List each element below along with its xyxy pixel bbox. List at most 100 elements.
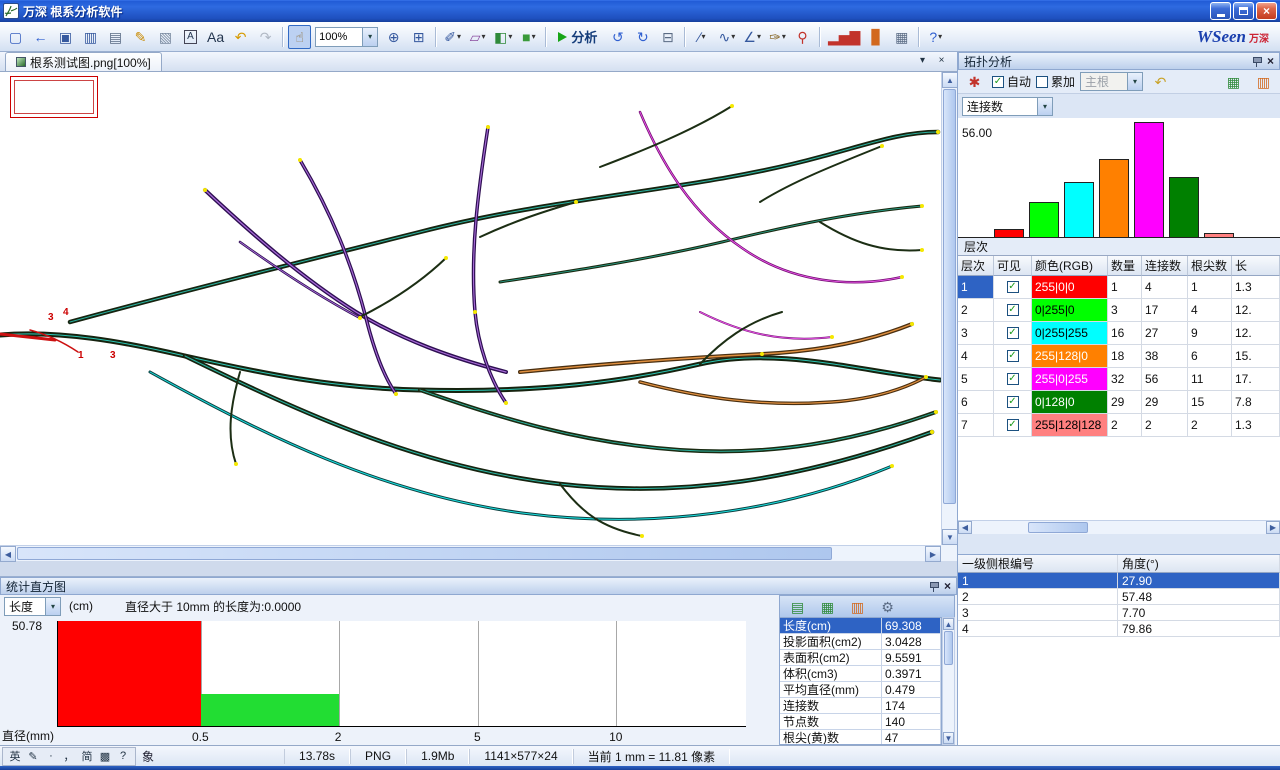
stats-row[interactable]: 体积(cm3)0.3971 <box>780 666 941 682</box>
histogram-icon[interactable]: ▂▅▇ <box>825 25 863 49</box>
angle-tool-icon[interactable]: ∠▾ <box>740 25 764 49</box>
chart-settings-icon[interactable]: ⚙ <box>876 595 899 619</box>
scroll-left-button[interactable]: ◀ <box>958 521 972 534</box>
region-tool-icon[interactable]: ▱▾ <box>466 25 489 49</box>
rotate-left-icon[interactable]: ↺ <box>606 25 629 49</box>
angle-table-row[interactable]: 127.90 <box>958 573 1280 589</box>
stats-row[interactable]: 平均直径(mm)0.479 <box>780 682 941 698</box>
scroll-up-button[interactable]: ▲ <box>942 72 958 88</box>
root-image-canvas[interactable]: 3413 <box>0 72 941 545</box>
close-button[interactable]: × <box>1256 2 1277 20</box>
visible-checkbox[interactable]: ✓ <box>1007 327 1019 339</box>
measure-tool-icon[interactable]: ✐▾ <box>441 25 464 49</box>
scroll-left-button[interactable]: ◀ <box>0 546 16 562</box>
accumulate-checkbox-box[interactable] <box>1036 76 1048 88</box>
topo-table-row[interactable]: 1✓255|0|01411.3 <box>958 276 1280 299</box>
text-box-icon[interactable]: A <box>179 25 202 49</box>
magnifier-icon[interactable]: ⚲ <box>791 25 814 49</box>
horizontal-scroll-thumb[interactable] <box>17 547 832 560</box>
export-image-icon[interactable]: ▤ <box>786 595 809 619</box>
ime-pen-button[interactable]: ✎ <box>25 748 41 764</box>
topo-chart-icon[interactable]: ▥ <box>1252 70 1275 94</box>
stats-row[interactable]: 表面积(cm2)9.5591 <box>780 650 941 666</box>
scroll-down-button[interactable]: ▼ <box>943 732 954 744</box>
new-file-icon[interactable]: ▢ <box>4 25 27 49</box>
layout-icon[interactable]: ⊟ <box>656 25 679 49</box>
pen-tool-icon[interactable]: ✑▾ <box>766 25 789 49</box>
zoom-dropdown-arrow-icon[interactable]: ▾ <box>362 28 377 46</box>
color-tool-icon[interactable]: ◧▾ <box>491 25 515 49</box>
mark-tool-icon[interactable]: ✱ <box>963 70 986 94</box>
ime-lang-button[interactable]: 英 <box>7 748 23 764</box>
close-panel-button[interactable]: × <box>944 580 951 592</box>
scroll-down-button[interactable]: ▼ <box>942 529 958 545</box>
topo-table-row[interactable]: 2✓0|255|0317412. <box>958 299 1280 322</box>
maximize-button[interactable] <box>1233 2 1254 20</box>
scroll-thumb[interactable] <box>1028 522 1088 533</box>
redo-icon[interactable]: ↷ <box>254 25 277 49</box>
topo-table-row[interactable]: 5✓255|0|25532561117. <box>958 368 1280 391</box>
ime-toolbar[interactable]: 英✎·，简▩? <box>2 747 136 766</box>
topo-table-row[interactable]: 7✓255|128|1282221.3 <box>958 414 1280 437</box>
histogram-metric-select[interactable]: 长度▾ <box>4 597 61 616</box>
stats-row[interactable]: 投影面积(cm2)3.0428 <box>780 634 941 650</box>
scroll-right-button[interactable]: ▶ <box>925 546 941 562</box>
zoom-combo[interactable]: ▾ <box>315 27 378 47</box>
auto-checkbox[interactable]: ✓自动 <box>992 73 1031 90</box>
metric-select-arrow-icon[interactable]: ▾ <box>1037 98 1052 115</box>
shape-tool-icon[interactable]: ■▾ <box>517 25 540 49</box>
paste-icon[interactable]: ▧ <box>154 25 177 49</box>
stats-row[interactable]: 节点数140 <box>780 714 941 730</box>
topo-table-row[interactable]: 4✓255|128|01838615. <box>958 345 1280 368</box>
save-as-icon[interactable]: ▥ <box>79 25 102 49</box>
ime-settings-button[interactable]: ? <box>115 748 131 764</box>
tab-close-button[interactable]: × <box>934 53 949 67</box>
back-icon[interactable]: ← <box>29 25 52 49</box>
topo-undo-icon[interactable]: ↶ <box>1149 70 1172 94</box>
pin-panel-button[interactable] <box>1252 56 1263 67</box>
ime-dot-button[interactable]: · <box>43 748 59 764</box>
ime-keyboard-button[interactable]: ▩ <box>97 748 113 764</box>
stats-scrollbar[interactable]: ▲ ▼ <box>942 617 955 745</box>
undo-icon[interactable]: ↶ <box>229 25 252 49</box>
angle-table-row[interactable]: 479.86 <box>958 621 1280 637</box>
save-icon[interactable]: ▣ <box>54 25 77 49</box>
root-type-select[interactable]: 主根▾ <box>1080 72 1143 91</box>
stats-row[interactable]: 长度(cm)69.308 <box>780 618 941 634</box>
metric-select[interactable]: 连接数▾ <box>962 97 1053 116</box>
visible-checkbox[interactable]: ✓ <box>1007 350 1019 362</box>
visible-checkbox[interactable]: ✓ <box>1007 396 1019 408</box>
analyze-button[interactable]: 分析 <box>551 25 604 49</box>
rotate-right-icon[interactable]: ↻ <box>631 25 654 49</box>
zoom-in-icon[interactable]: ⊕ <box>382 25 405 49</box>
minimize-button[interactable] <box>1210 2 1231 20</box>
ime-comma-button[interactable]: ， <box>61 748 77 764</box>
canvas-horizontal-scrollbar[interactable]: ◀ ▶ <box>0 545 941 561</box>
chart-type-icon[interactable]: ▥ <box>846 595 869 619</box>
curve-tool-icon[interactable]: ∿▾ <box>715 25 738 49</box>
visible-checkbox[interactable]: ✓ <box>1007 281 1019 293</box>
help-icon[interactable]: ?▾ <box>924 25 947 49</box>
root-type-select-arrow-icon[interactable]: ▾ <box>1127 73 1142 90</box>
scroll-right-button[interactable]: ▶ <box>1266 521 1280 534</box>
grid-icon[interactable]: ▦ <box>890 25 913 49</box>
export-table-icon[interactable]: ▦ <box>1222 70 1245 94</box>
tab-list-button[interactable]: ▾ <box>915 53 930 67</box>
document-tab[interactable]: 根系测试图.png[100%] <box>5 52 162 71</box>
vertical-scroll-thumb[interactable] <box>943 89 956 504</box>
accumulate-checkbox[interactable]: 累加 <box>1036 73 1075 90</box>
overview-navigator[interactable] <box>10 76 98 118</box>
chart-icon[interactable]: ▊ <box>865 25 888 49</box>
canvas-vertical-scrollbar[interactable]: ▲ ▼ <box>941 72 957 545</box>
font-icon[interactable]: Aa <box>204 25 227 49</box>
stats-row[interactable]: 根尖(黄)数47 <box>780 730 941 745</box>
export-excel-icon[interactable]: ▦ <box>816 595 839 619</box>
visible-checkbox[interactable]: ✓ <box>1007 419 1019 431</box>
zoom-input[interactable] <box>316 30 362 44</box>
topology-table-scrollbar[interactable]: ◀ ▶ <box>958 520 1280 534</box>
stats-row[interactable]: 连接数174 <box>780 698 941 714</box>
hand-tool-icon[interactable]: ☝ <box>288 25 311 49</box>
angle-table-row[interactable]: 37.70 <box>958 605 1280 621</box>
line-tool-icon[interactable]: ∕▾ <box>690 25 713 49</box>
scroll-up-button[interactable]: ▲ <box>943 618 954 630</box>
